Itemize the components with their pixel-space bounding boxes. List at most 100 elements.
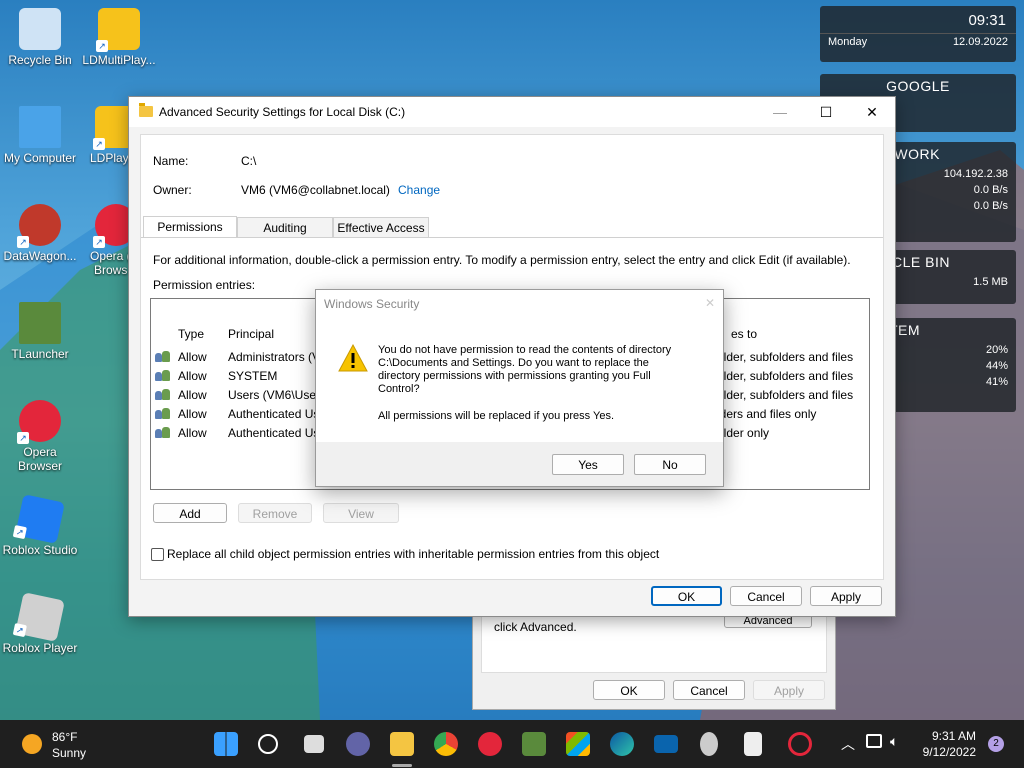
maximize-button[interactable]: ☐: [803, 97, 849, 127]
desktop-icon-label: Recycle Bin: [8, 53, 72, 67]
task-view-icon[interactable]: [304, 735, 324, 753]
minimize-button[interactable]: —: [757, 97, 803, 127]
desktop-icon-label: Roblox Studio: [2, 543, 78, 557]
view-button[interactable]: View: [323, 503, 399, 523]
title-bar: Advanced Security Settings for Local Dis…: [129, 97, 895, 127]
clock-date: 12.09.2022: [952, 36, 1008, 48]
window-title: Advanced Security Settings for Local Dis…: [159, 105, 406, 119]
replace-child-permissions-checkbox[interactable]: [151, 548, 164, 561]
name-value: C:\: [241, 154, 257, 168]
taskbar: 86°F Sunny ︿ 🔈︎ 9:31 AM 9/12/2022 2: [0, 720, 1024, 768]
roblox-player-icon: ↗: [12, 592, 65, 642]
clock-day: Monday: [828, 36, 868, 48]
modal-title: Windows Security: [324, 297, 420, 311]
search-icon[interactable]: [258, 734, 278, 754]
clock-time: 09:31: [968, 12, 1006, 29]
add-button[interactable]: Add: [153, 503, 227, 523]
desktop-icon-label: My Computer: [3, 151, 77, 165]
start-windows-icon[interactable]: [214, 732, 238, 756]
no-button[interactable]: No: [634, 454, 706, 475]
user-group-icon: [155, 369, 171, 383]
weather-sun-icon[interactable]: [22, 734, 42, 754]
tlauncher-icon: [19, 302, 61, 344]
user-group-icon: [155, 350, 171, 364]
mail-icon[interactable]: [654, 735, 678, 753]
properties-dialog: click Advanced. Advanced OK Cancel Apply: [472, 612, 836, 710]
column-applies-to[interactable]: es to: [731, 327, 757, 341]
close-button[interactable]: ✕: [849, 97, 895, 127]
modal-message: You do not have permission to read the c…: [378, 344, 672, 422]
desktop-icon-label: TLauncher: [11, 347, 69, 361]
datawagon-icon: ↗: [17, 204, 61, 248]
app-icon[interactable]: [744, 732, 762, 756]
user-group-icon: [155, 426, 171, 440]
desktop-icon-opera-browser[interactable]: ↗ Opera Browser: [0, 400, 80, 473]
desktop-icon-roblox-player[interactable]: ↗ Roblox Player: [0, 592, 80, 655]
notification-badge[interactable]: 2: [988, 736, 1004, 752]
weather-temp[interactable]: 86°F: [52, 730, 77, 744]
name-label: Name:: [153, 154, 189, 168]
tray-date[interactable]: 9/12/2022: [916, 745, 976, 759]
weather-desc[interactable]: Sunny: [52, 746, 86, 760]
network-icon[interactable]: [866, 734, 882, 748]
desktop-icon-ldmultiplayer[interactable]: ↗ LDMultiPlay...: [76, 8, 162, 67]
edge-icon[interactable]: [610, 732, 634, 756]
tab-auditing[interactable]: Auditing: [237, 217, 333, 237]
properties-ok-button[interactable]: OK: [593, 680, 665, 700]
ldplayer-icon: ↗: [96, 8, 140, 52]
folder-icon: [139, 103, 153, 117]
desktop-icon-label: Opera Browser: [17, 445, 62, 473]
replace-child-permissions-label: Replace all child object permission entr…: [167, 547, 660, 561]
opera-icon[interactable]: [478, 732, 502, 756]
column-principal[interactable]: Principal: [228, 327, 274, 341]
file-explorer-active-indicator: [392, 764, 412, 767]
opera-gx-icon[interactable]: [788, 732, 812, 756]
monitor-icon: [19, 106, 61, 148]
desktop-icon-label: LDMultiPlay...: [82, 53, 156, 67]
desktop-icon-label: Roblox Player: [2, 641, 78, 655]
ok-button[interactable]: OK: [651, 586, 722, 606]
windows-security-dialog: Windows Security ✕ You do not have permi…: [315, 289, 724, 487]
desktop-icon-roblox-studio[interactable]: ↗ Roblox Studio: [0, 494, 80, 557]
properties-cancel-button[interactable]: Cancel: [673, 680, 745, 700]
google-widget-title: GOOGLE: [886, 78, 950, 94]
info-text: For additional information, double-click…: [153, 253, 851, 267]
advanced-hint-text: click Advanced.: [494, 620, 577, 634]
chrome-icon[interactable]: [434, 732, 458, 756]
column-type[interactable]: Type: [178, 327, 204, 341]
tab-permissions[interactable]: Permissions: [143, 216, 237, 238]
user-group-icon: [155, 407, 171, 421]
tab-effective-access[interactable]: Effective Access: [333, 217, 429, 237]
chat-icon[interactable]: [346, 732, 370, 756]
properties-apply-button[interactable]: Apply: [753, 680, 825, 700]
roblox-studio-icon: ↗: [12, 494, 65, 544]
modal-body: You do not have permission to read the c…: [316, 318, 723, 442]
cancel-button[interactable]: Cancel: [730, 586, 802, 606]
tray-time[interactable]: 9:31 AM: [920, 729, 976, 743]
desktop-icon-label: DataWagon...: [3, 249, 77, 263]
clock-widget: 09:31 Monday 12.09.2022: [820, 6, 1016, 62]
modal-close-icon[interactable]: ✕: [705, 296, 715, 310]
tlauncher-icon[interactable]: [522, 732, 546, 756]
warning-icon: [338, 344, 368, 372]
recycle-bin-icon: [19, 8, 61, 50]
yes-button[interactable]: Yes: [552, 454, 624, 475]
microsoft-store-icon[interactable]: [566, 732, 590, 756]
desktop-icon-tlauncher[interactable]: TLauncher: [0, 302, 80, 361]
permission-entries-label: Permission entries:: [153, 278, 256, 292]
show-hidden-icons-chevron-icon[interactable]: ︿: [841, 734, 855, 754]
desktop-icon-datawagon[interactable]: ↗ DataWagon...: [0, 204, 80, 263]
file-explorer-icon[interactable]: [390, 732, 414, 756]
opera-icon: ↗: [17, 400, 61, 444]
owner-value: VM6 (VM6@collabnet.local): [241, 183, 390, 197]
user-group-icon: [155, 388, 171, 402]
owner-label: Owner:: [153, 183, 192, 197]
desktop-icon-my-computer[interactable]: My Computer: [0, 106, 80, 165]
change-owner-link[interactable]: Change: [398, 183, 440, 197]
water-drop-icon[interactable]: [700, 732, 718, 756]
remove-button[interactable]: Remove: [238, 503, 312, 523]
apply-button[interactable]: Apply: [810, 586, 882, 606]
desktop-icon-recycle-bin[interactable]: Recycle Bin: [0, 8, 80, 67]
volume-icon[interactable]: 🔈︎: [890, 733, 898, 750]
modal-title-bar: Windows Security ✕: [316, 290, 723, 318]
